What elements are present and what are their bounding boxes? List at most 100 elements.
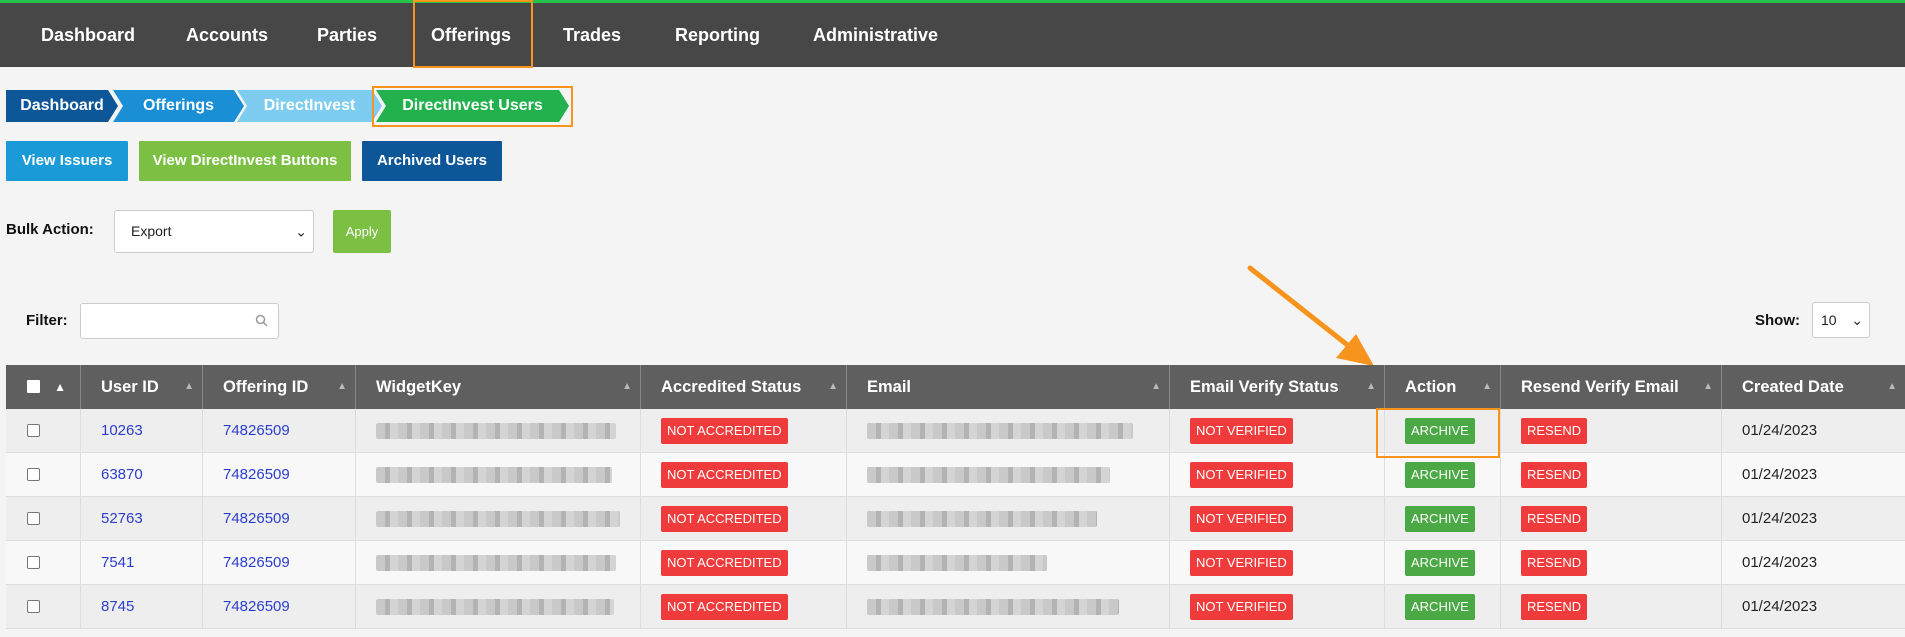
nav-reporting[interactable]: Reporting [675,3,760,67]
redacted-widgetkey [376,599,614,616]
user-id-link[interactable]: 63870 [80,453,202,497]
resend-cell: RESEND [1500,453,1721,497]
sort-icon: ▲ [828,381,838,392]
header-user-id[interactable]: User ID ▲ [80,365,202,409]
user-id-link[interactable]: 7541 [80,541,202,585]
redacted-widgetkey [376,467,612,484]
resend-cell: RESEND [1500,541,1721,585]
action-cell: ARCHIVE [1384,497,1500,541]
row-checkbox[interactable] [27,468,40,481]
select-all-checkbox[interactable] [27,380,40,393]
row-checkbox[interactable] [27,556,40,569]
sort-icon: ▲ [1151,381,1161,392]
header-action[interactable]: Action ▲ [1384,365,1500,409]
archive-button[interactable]: ARCHIVE [1405,550,1475,577]
table-row: 63870 74826509 NOT ACCREDITED NOT VERIFI… [6,453,1905,497]
widgetkey-cell [355,585,640,629]
email-cell [846,541,1169,585]
bulk-action-selected: Export [131,223,172,239]
chevron-down-icon: ⌄ [1851,312,1863,328]
breadcrumb-offerings[interactable]: Offerings [113,90,244,122]
sort-icon[interactable]: ▲ [54,365,66,409]
offerings-highlight-box [413,0,533,68]
verify-cell: NOT VERIFIED [1169,453,1384,497]
header-offering-id[interactable]: Offering ID ▲ [202,365,355,409]
verify-cell: NOT VERIFIED [1169,585,1384,629]
show-entries-select[interactable]: 10 ⌄ [1812,302,1870,338]
offering-id-link[interactable]: 74826509 [202,585,355,629]
email-verify-badge: NOT VERIFIED [1190,506,1293,533]
action-cell: ARCHIVE [1384,541,1500,585]
sort-icon: ▲ [1366,381,1376,392]
apply-button[interactable]: Apply [333,210,391,253]
row-checkbox[interactable] [27,600,40,613]
row-checkbox[interactable] [27,512,40,525]
action-cell: ARCHIVE [1384,585,1500,629]
header-email-verify-status[interactable]: Email Verify Status ▲ [1169,365,1384,409]
widgetkey-cell [355,497,640,541]
table-row: 8745 74826509 NOT ACCREDITED NOT VERIFIE… [6,585,1905,629]
archived-users-button[interactable]: Archived Users [362,141,502,181]
archive-button[interactable]: ARCHIVE [1405,594,1475,621]
chevron-down-icon: ⌄ [295,223,307,239]
archive-button[interactable]: ARCHIVE [1405,506,1475,533]
sort-icon: ▲ [337,381,347,392]
resend-button[interactable]: RESEND [1521,462,1588,489]
created-date: 01/24/2023 [1721,585,1905,629]
nav-parties[interactable]: Parties [317,3,377,67]
accredited-cell: NOT ACCREDITED [640,409,846,453]
sort-icon: ▲ [1703,381,1713,392]
nav-administrative[interactable]: Administrative [813,3,938,67]
filter-input[interactable] [80,303,279,339]
offering-id-link[interactable]: 74826509 [202,409,355,453]
breadcrumb-dashboard[interactable]: Dashboard [6,90,118,122]
nav-accounts[interactable]: Accounts [186,3,268,67]
offering-id-link[interactable]: 74826509 [202,497,355,541]
bulk-action-select[interactable]: Export ⌄ [114,210,314,253]
redacted-widgetkey [376,555,616,572]
header-widgetkey[interactable]: WidgetKey ▲ [355,365,640,409]
widgetkey-cell [355,541,640,585]
email-verify-badge: NOT VERIFIED [1190,418,1293,445]
offering-id-link[interactable]: 74826509 [202,541,355,585]
widgetkey-cell [355,409,640,453]
user-id-link[interactable]: 8745 [80,585,202,629]
resend-cell: RESEND [1500,497,1721,541]
filter-label: Filter: [26,312,68,329]
header-email[interactable]: Email ▲ [846,365,1169,409]
header-created-date[interactable]: Created Date ▲ [1721,365,1905,409]
verify-cell: NOT VERIFIED [1169,541,1384,585]
nav-trades[interactable]: Trades [563,3,621,67]
row-checkbox[interactable] [27,424,40,437]
user-id-link[interactable]: 52763 [80,497,202,541]
resend-button[interactable]: RESEND [1521,594,1588,621]
email-cell [846,585,1169,629]
view-directinvest-buttons-button[interactable]: View DirectInvest Buttons [139,141,351,181]
header-accredited-status[interactable]: Accredited Status ▲ [640,365,846,409]
sort-icon: ▲ [184,381,194,392]
verify-cell: NOT VERIFIED [1169,497,1384,541]
redacted-email [867,423,1133,440]
resend-button[interactable]: RESEND [1521,506,1588,533]
archive-button[interactable]: ARCHIVE [1405,462,1475,489]
redacted-widgetkey [376,423,616,440]
view-issuers-button[interactable]: View Issuers [6,141,128,181]
nav-dashboard[interactable]: Dashboard [41,3,135,67]
redacted-email [867,555,1047,572]
user-id-link[interactable]: 10263 [80,409,202,453]
resend-button[interactable]: RESEND [1521,418,1588,445]
resend-cell: RESEND [1500,585,1721,629]
accredited-status-badge: NOT ACCREDITED [661,462,788,489]
offering-id-link[interactable]: 74826509 [202,453,355,497]
accredited-cell: NOT ACCREDITED [640,453,846,497]
header-resend-verify-email[interactable]: Resend Verify Email ▲ [1500,365,1721,409]
accredited-status-badge: NOT ACCREDITED [661,550,788,577]
resend-button[interactable]: RESEND [1521,550,1588,577]
email-cell [846,453,1169,497]
redacted-email [867,467,1110,484]
accredited-cell: NOT ACCREDITED [640,585,846,629]
sort-icon: ▲ [1482,381,1492,392]
bulk-action-label: Bulk Action: [6,221,94,238]
breadcrumb-directinvest[interactable]: DirectInvest [237,90,382,122]
email-cell [846,409,1169,453]
